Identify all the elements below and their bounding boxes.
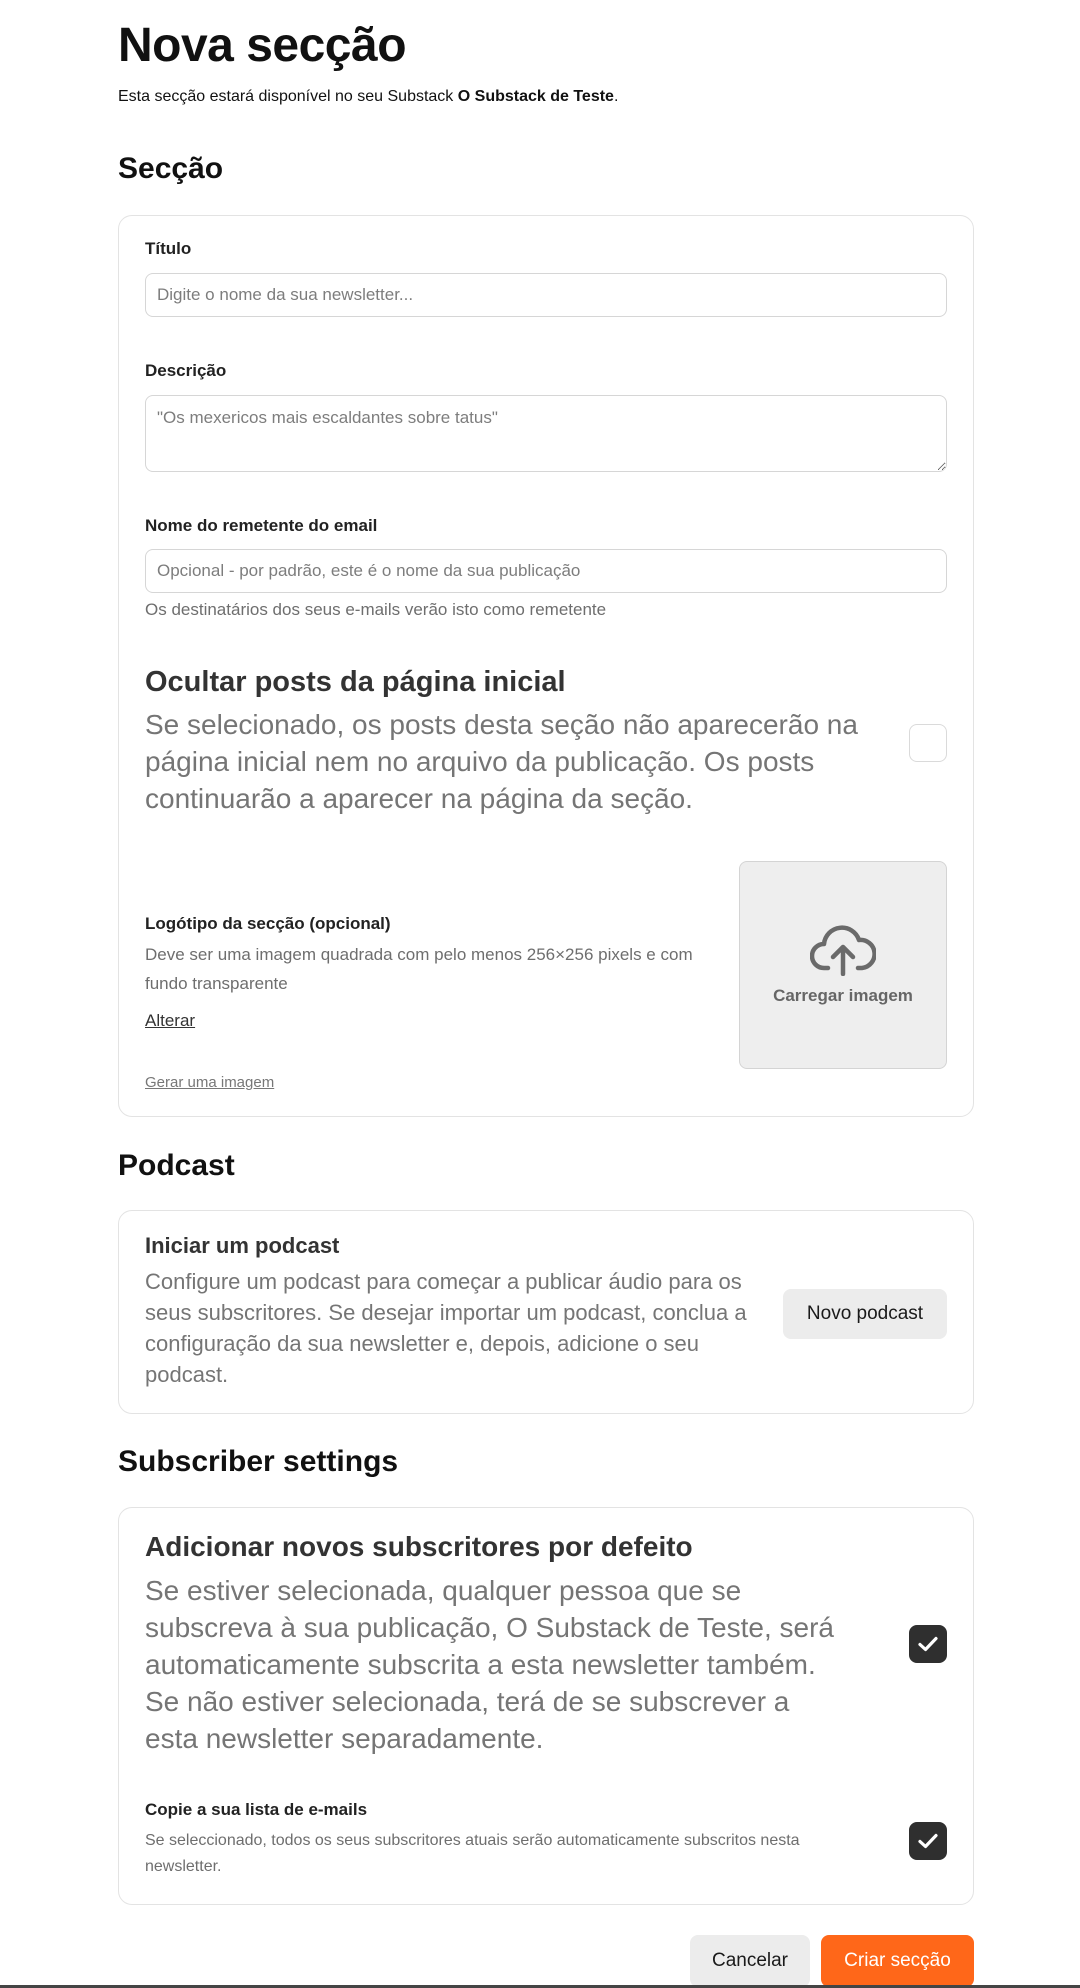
- hide-posts-description: Se selecionado, os posts desta seção não…: [145, 709, 858, 814]
- create-section-button[interactable]: Criar secção: [821, 1935, 974, 1987]
- section-heading: Secção: [118, 152, 224, 185]
- title-input[interactable]: [145, 273, 947, 317]
- add-subscribers-description: Se estiver selecionada, qualquer pessoa …: [145, 1575, 834, 1754]
- description-textarea[interactable]: [145, 395, 947, 472]
- subtitle-suffix: .: [613, 88, 619, 105]
- publication-name: O Substack de Teste: [457, 88, 614, 105]
- podcast-card: Iniciar um podcast Configure um podcast …: [118, 1210, 974, 1414]
- add-subscribers-title: Adicionar novos subscritores por defeito: [145, 1531, 693, 1562]
- podcast-description: Configure um podcast para começar a publ…: [145, 1269, 747, 1387]
- add-subscribers-checkbox[interactable]: [909, 1625, 947, 1663]
- podcast-title: Iniciar um podcast: [145, 1233, 340, 1258]
- sender-name-input[interactable]: [145, 549, 947, 593]
- cancel-button[interactable]: Cancelar: [690, 1935, 810, 1987]
- title-label: Título: [145, 239, 192, 258]
- copy-email-list-description: Se seleccionado, todos os seus subscrito…: [145, 1832, 800, 1875]
- copy-email-list-checkbox[interactable]: [909, 1822, 947, 1860]
- description-label: Descrição: [145, 361, 227, 380]
- page-subtitle: Esta secção estará disponível no seu Sub…: [118, 88, 618, 106]
- subscriber-settings-card: Adicionar novos subscritores por defeito…: [118, 1507, 974, 1905]
- copy-email-list-title: Copie a sua lista de e-mails: [145, 1800, 368, 1819]
- section-logo-description: Deve ser uma imagem quadrada com pelo me…: [145, 945, 693, 993]
- checkmark-icon: [918, 1636, 938, 1652]
- cloud-upload-icon: [810, 925, 876, 976]
- change-logo-link[interactable]: Alterar: [145, 1011, 195, 1031]
- page-title: Nova secção: [118, 19, 407, 72]
- checkmark-icon: [918, 1833, 938, 1849]
- subscriber-settings-heading: Subscriber settings: [118, 1445, 399, 1478]
- subtitle-prefix: Esta secção estará disponível no seu Sub…: [118, 88, 458, 105]
- sender-name-help: Os destinatários dos seus e-mails verão …: [145, 600, 607, 619]
- section-logo-label: Logótipo da secção (opcional): [145, 914, 391, 933]
- hide-posts-title: Ocultar posts da página inicial: [145, 666, 566, 698]
- section-card: Título Descrição Nome do remetente do em…: [118, 215, 974, 1117]
- new-podcast-button[interactable]: Novo podcast: [783, 1289, 947, 1339]
- generate-image-link[interactable]: Gerar uma imagem: [145, 1074, 274, 1091]
- podcast-heading: Podcast: [118, 1149, 235, 1182]
- upload-image-label: Carregar imagem: [773, 986, 913, 1005]
- sender-name-label: Nome do remetente do email: [145, 516, 378, 535]
- upload-image-button[interactable]: Carregar imagem: [739, 861, 947, 1069]
- hide-posts-checkbox[interactable]: [909, 724, 947, 762]
